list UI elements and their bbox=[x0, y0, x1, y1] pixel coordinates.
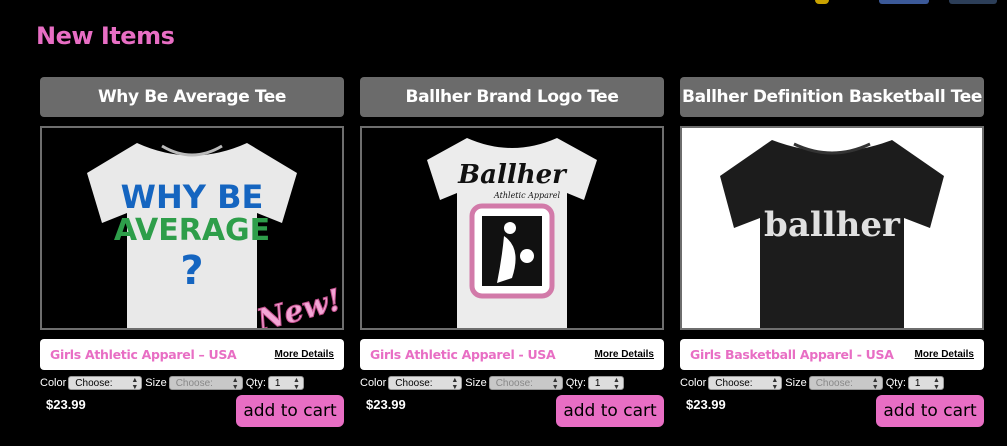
product-card: Why Be Average Tee WHY BE AVERAGE ? New!… bbox=[40, 77, 344, 427]
category-bar: Girls Athletic Apparel - USA More Detail… bbox=[360, 339, 664, 370]
category-link[interactable]: Girls Athletic Apparel - USA bbox=[370, 347, 556, 362]
color-label: Color bbox=[680, 377, 707, 389]
product-name[interactable]: Ballher Definition Basketball Tee bbox=[680, 77, 984, 117]
category-link[interactable]: Girls Athletic Apparel – USA bbox=[50, 347, 237, 362]
select-arrows-icon: ▲ ▼ bbox=[551, 377, 559, 391]
section-title: New Items bbox=[36, 22, 175, 50]
product-name[interactable]: Ballher Brand Logo Tee bbox=[360, 77, 664, 117]
product-card: Ballher Brand Logo Tee Ballher Athletic … bbox=[360, 77, 664, 427]
product-card: Ballher Definition Basketball Tee ballhe… bbox=[680, 77, 984, 427]
qty-label: Qty: bbox=[565, 377, 586, 389]
new-badge: New! bbox=[253, 283, 342, 328]
color-select[interactable]: Choose: ▲ ▼ bbox=[708, 376, 783, 391]
product-image[interactable]: Ballher Athletic Apparel bbox=[360, 126, 664, 330]
tshirt-image: Ballher Athletic Apparel bbox=[427, 138, 597, 328]
tshirt-image: ballher bbox=[720, 140, 944, 328]
add-to-cart-button[interactable]: add to cart bbox=[876, 395, 984, 427]
purchase-row: $23.99 add to cart bbox=[680, 395, 984, 427]
image-caption-2: Athletic Apparel bbox=[493, 191, 560, 200]
more-details-link[interactable]: More Details bbox=[595, 349, 654, 360]
price: $23.99 bbox=[686, 397, 726, 412]
color-select[interactable]: Choose: ▲ ▼ bbox=[68, 376, 143, 391]
more-details-link[interactable]: More Details bbox=[275, 349, 334, 360]
size-select[interactable]: Choose: ▲ ▼ bbox=[168, 376, 243, 391]
more-details-link[interactable]: More Details bbox=[915, 349, 974, 360]
select-arrows-icon: ▲ ▼ bbox=[131, 377, 139, 391]
select-arrows-icon: ▲ ▼ bbox=[231, 377, 239, 391]
category-bar: Girls Athletic Apparel – USA More Detail… bbox=[40, 339, 344, 370]
category-bar: Girls Basketball Apparel - USA More Deta… bbox=[680, 339, 984, 370]
image-caption-1: Ballher bbox=[457, 160, 568, 190]
image-caption-3: ? bbox=[180, 248, 203, 294]
product-image[interactable]: WHY BE AVERAGE ? New! bbox=[40, 126, 344, 330]
image-caption-1: ballher bbox=[764, 205, 901, 245]
star-icon[interactable] bbox=[815, 0, 829, 4]
purchase-row: $23.99 add to cart bbox=[360, 395, 664, 427]
image-caption-1: WHY BE bbox=[121, 178, 264, 216]
purchase-row: $23.99 add to cart bbox=[40, 395, 344, 427]
color-label: Color bbox=[360, 377, 387, 389]
product-image[interactable]: ballher bbox=[680, 126, 984, 330]
color-select[interactable]: Choose: ▲ ▼ bbox=[388, 376, 463, 391]
size-label: Size bbox=[145, 377, 167, 389]
header-icons bbox=[807, 0, 1007, 4]
color-label: Color bbox=[40, 377, 67, 389]
tshirt-image: WHY BE AVERAGE ? New! bbox=[87, 143, 342, 328]
select-arrows-icon: ▲ ▼ bbox=[451, 377, 459, 391]
select-arrows-icon: ▲ ▼ bbox=[612, 377, 620, 391]
product-options: Color Choose: ▲ ▼ Size Choose: ▲ ▼ Qty: 1 ▲ ▼ bbox=[680, 375, 984, 391]
select-arrows-icon: ▲ ▼ bbox=[771, 377, 779, 391]
add-to-cart-button[interactable]: add to cart bbox=[556, 395, 664, 427]
product-name[interactable]: Why Be Average Tee bbox=[40, 77, 344, 117]
product-options: Color Choose: ▲ ▼ Size Choose: ▲ ▼ Qty: 1 ▲ ▼ bbox=[360, 375, 664, 391]
size-select[interactable]: Choose: ▲ ▼ bbox=[488, 376, 563, 391]
price: $23.99 bbox=[366, 397, 406, 412]
qty-label: Qty: bbox=[245, 377, 266, 389]
image-caption-2: AVERAGE bbox=[114, 213, 270, 248]
qty-select[interactable]: 1 ▲ ▼ bbox=[907, 376, 944, 391]
select-arrows-icon: ▲ ▼ bbox=[932, 377, 940, 391]
select-arrows-icon: ▲ ▼ bbox=[871, 377, 879, 391]
size-label: Size bbox=[465, 377, 487, 389]
select-arrows-icon: ▲ ▼ bbox=[292, 377, 300, 391]
size-label: Size bbox=[785, 377, 807, 389]
size-select[interactable]: Choose: ▲ ▼ bbox=[808, 376, 883, 391]
price: $23.99 bbox=[46, 397, 86, 412]
category-link[interactable]: Girls Basketball Apparel - USA bbox=[690, 347, 894, 362]
add-to-cart-button[interactable]: add to cart bbox=[236, 395, 344, 427]
qty-select[interactable]: 1 ▲ ▼ bbox=[587, 376, 624, 391]
facebook-button[interactable] bbox=[879, 0, 929, 4]
qty-select[interactable]: 1 ▲ ▼ bbox=[267, 376, 304, 391]
qty-label: Qty: bbox=[885, 377, 906, 389]
share-button[interactable] bbox=[949, 0, 997, 4]
product-options: Color Choose: ▲ ▼ Size Choose: ▲ ▼ Qty: 1 ▲ ▼ bbox=[40, 375, 344, 391]
